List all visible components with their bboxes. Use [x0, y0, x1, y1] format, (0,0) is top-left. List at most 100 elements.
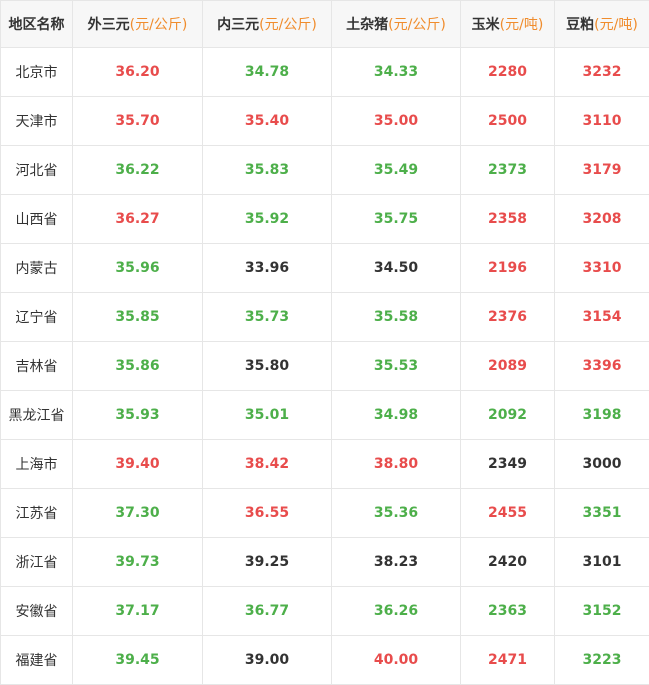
corn-price: 2196 — [461, 244, 555, 293]
region-name: 福建省 — [1, 636, 73, 685]
column-unit: (元/公斤) — [259, 17, 317, 33]
region-name: 内蒙古 — [1, 244, 73, 293]
corn-price: 2363 — [461, 587, 555, 636]
outer-ternary-price: 36.22 — [73, 146, 203, 195]
inner-ternary-price: 39.00 — [203, 636, 332, 685]
outer-ternary-price: 35.70 — [73, 97, 203, 146]
column-title: 豆粕 — [566, 17, 594, 33]
native-pig-price: 35.49 — [332, 146, 461, 195]
column-header-corn: 玉米(元/吨) — [461, 1, 555, 48]
corn-price: 2471 — [461, 636, 555, 685]
corn-price: 2349 — [461, 440, 555, 489]
table-row: 上海市39.4038.4238.8023493000 — [1, 440, 649, 489]
inner-ternary-price: 35.83 — [203, 146, 332, 195]
region-name: 吉林省 — [1, 342, 73, 391]
column-header-native-pig: 土杂猪(元/公斤) — [332, 1, 461, 48]
table-row: 安徽省37.1736.7736.2623633152 — [1, 587, 649, 636]
inner-ternary-price: 35.01 — [203, 391, 332, 440]
region-name: 山西省 — [1, 195, 73, 244]
column-title: 外三元 — [88, 17, 130, 33]
table-row: 天津市35.7035.4035.0025003110 — [1, 97, 649, 146]
table-body: 北京市36.2034.7834.3322803232天津市35.7035.403… — [1, 48, 649, 685]
column-unit: (元/公斤) — [130, 17, 188, 33]
native-pig-price: 35.53 — [332, 342, 461, 391]
corn-price: 2089 — [461, 342, 555, 391]
soybean-meal-price: 3198 — [555, 391, 649, 440]
column-unit: (元/公斤) — [388, 17, 446, 33]
outer-ternary-price: 36.20 — [73, 48, 203, 97]
native-pig-price: 38.23 — [332, 538, 461, 587]
soybean-meal-price: 3000 — [555, 440, 649, 489]
table-row: 黑龙江省35.9335.0134.9820923198 — [1, 391, 649, 440]
table-row: 江苏省37.3036.5535.3624553351 — [1, 489, 649, 538]
corn-price: 2092 — [461, 391, 555, 440]
corn-price: 2500 — [461, 97, 555, 146]
soybean-meal-price: 3101 — [555, 538, 649, 587]
soybean-meal-price: 3232 — [555, 48, 649, 97]
table-row: 北京市36.2034.7834.3322803232 — [1, 48, 649, 97]
outer-ternary-price: 35.93 — [73, 391, 203, 440]
column-title: 地区名称 — [9, 17, 65, 33]
column-title: 内三元 — [217, 17, 259, 33]
corn-price: 2420 — [461, 538, 555, 587]
native-pig-price: 35.00 — [332, 97, 461, 146]
column-header-region: 地区名称 — [1, 1, 73, 48]
outer-ternary-price: 35.96 — [73, 244, 203, 293]
column-header-outer-ternary: 外三元(元/公斤) — [73, 1, 203, 48]
outer-ternary-price: 35.86 — [73, 342, 203, 391]
inner-ternary-price: 38.42 — [203, 440, 332, 489]
native-pig-price: 36.26 — [332, 587, 461, 636]
region-name: 江苏省 — [1, 489, 73, 538]
inner-ternary-price: 35.80 — [203, 342, 332, 391]
table-row: 河北省36.2235.8335.4923733179 — [1, 146, 649, 195]
column-header-soybean-meal: 豆粕(元/吨) — [555, 1, 649, 48]
soybean-meal-price: 3310 — [555, 244, 649, 293]
soybean-meal-price: 3179 — [555, 146, 649, 195]
native-pig-price: 34.50 — [332, 244, 461, 293]
soybean-meal-price: 3396 — [555, 342, 649, 391]
inner-ternary-price: 35.73 — [203, 293, 332, 342]
inner-ternary-price: 36.55 — [203, 489, 332, 538]
table-row: 福建省39.4539.0040.0024713223 — [1, 636, 649, 685]
table-header: 地区名称 外三元(元/公斤) 内三元(元/公斤) 土杂猪(元/公斤) 玉米(元/… — [1, 1, 649, 48]
price-table: 地区名称 外三元(元/公斤) 内三元(元/公斤) 土杂猪(元/公斤) 玉米(元/… — [0, 0, 649, 685]
region-name: 辽宁省 — [1, 293, 73, 342]
soybean-meal-price: 3223 — [555, 636, 649, 685]
native-pig-price: 34.33 — [332, 48, 461, 97]
region-name: 安徽省 — [1, 587, 73, 636]
header-row: 地区名称 外三元(元/公斤) 内三元(元/公斤) 土杂猪(元/公斤) 玉米(元/… — [1, 1, 649, 48]
soybean-meal-price: 3351 — [555, 489, 649, 538]
table-row: 山西省36.2735.9235.7523583208 — [1, 195, 649, 244]
column-unit: (元/吨) — [594, 17, 638, 33]
table-row: 吉林省35.8635.8035.5320893396 — [1, 342, 649, 391]
corn-price: 2358 — [461, 195, 555, 244]
corn-price: 2373 — [461, 146, 555, 195]
column-title: 玉米 — [472, 17, 500, 33]
native-pig-price: 35.36 — [332, 489, 461, 538]
column-title: 土杂猪 — [346, 17, 388, 33]
native-pig-price: 40.00 — [332, 636, 461, 685]
native-pig-price: 35.58 — [332, 293, 461, 342]
column-header-inner-ternary: 内三元(元/公斤) — [203, 1, 332, 48]
outer-ternary-price: 39.73 — [73, 538, 203, 587]
region-name: 河北省 — [1, 146, 73, 195]
column-unit: (元/吨) — [500, 17, 544, 33]
region-name: 黑龙江省 — [1, 391, 73, 440]
inner-ternary-price: 34.78 — [203, 48, 332, 97]
corn-price: 2280 — [461, 48, 555, 97]
table-row: 浙江省39.7339.2538.2324203101 — [1, 538, 649, 587]
outer-ternary-price: 37.17 — [73, 587, 203, 636]
inner-ternary-price: 35.92 — [203, 195, 332, 244]
native-pig-price: 35.75 — [332, 195, 461, 244]
inner-ternary-price: 33.96 — [203, 244, 332, 293]
inner-ternary-price: 39.25 — [203, 538, 332, 587]
inner-ternary-price: 35.40 — [203, 97, 332, 146]
soybean-meal-price: 3152 — [555, 587, 649, 636]
table-row: 辽宁省35.8535.7335.5823763154 — [1, 293, 649, 342]
native-pig-price: 34.98 — [332, 391, 461, 440]
native-pig-price: 38.80 — [332, 440, 461, 489]
outer-ternary-price: 37.30 — [73, 489, 203, 538]
soybean-meal-price: 3154 — [555, 293, 649, 342]
inner-ternary-price: 36.77 — [203, 587, 332, 636]
outer-ternary-price: 35.85 — [73, 293, 203, 342]
